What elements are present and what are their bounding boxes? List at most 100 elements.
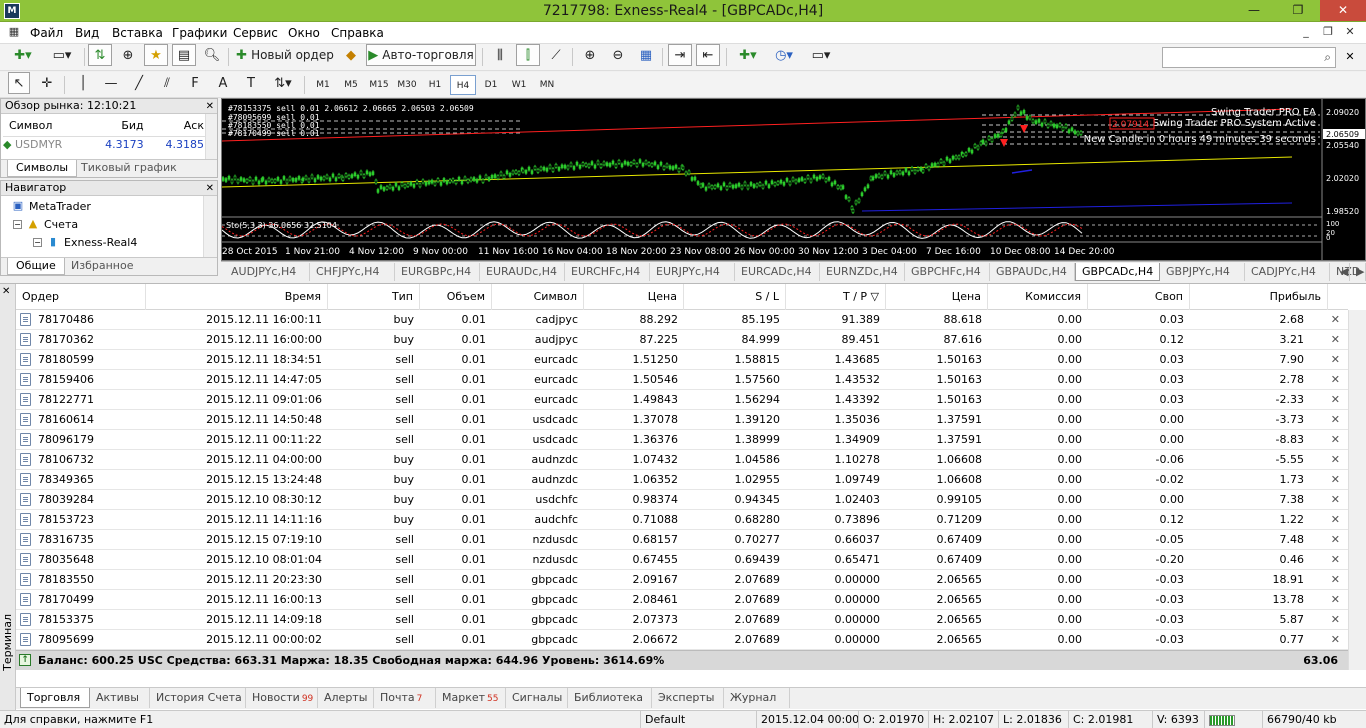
close-order-icon[interactable]: ✕ [1331,430,1340,450]
close-order-icon[interactable]: ✕ [1331,470,1340,490]
terminal-tab[interactable]: Новости 99 [246,688,318,708]
chart-tab[interactable]: GBPCHFc,H4 [905,263,990,281]
horizontal-line-button[interactable]: — [100,72,122,94]
table-row[interactable]: 78039284 2015.12.10 08:30:12 buy 0.01 usdchf… [16,490,1348,510]
table-row[interactable]: 78170499 2015.12.11 16:00:13 sell 0.01 gbpca… [16,590,1348,610]
menu-view[interactable]: Вид [75,26,99,40]
table-row[interactable]: 78170362 2015.12.11 16:00:00 buy 0.01 audjpy… [16,330,1348,350]
market-watch-scrollbar[interactable] [205,114,217,159]
data-window-button[interactable]: ⊕ [116,44,140,66]
close-order-icon[interactable]: ✕ [1331,590,1340,610]
templates-button[interactable]: ▭▾ [804,44,838,66]
table-row[interactable]: 78316735 2015.12.15 07:19:10 sell 0.01 nzdus… [16,530,1348,550]
terminal-toggle[interactable]: ▤ [172,44,196,66]
tf-m30[interactable]: M30 [394,75,420,95]
terminal-scrollbar[interactable] [1348,310,1366,670]
zoom-in-button[interactable]: ⊕ [578,44,602,66]
collapse-icon[interactable]: − [13,220,22,229]
new-chart-button[interactable]: ✚▾ [6,44,40,66]
terminal-tab[interactable]: Торговля [20,688,90,708]
text-button[interactable]: A [212,72,234,94]
tile-windows-button[interactable]: ▦ [634,44,658,66]
table-row[interactable]: 78153723 2015.12.11 14:11:16 buy 0.01 audchf… [16,510,1348,530]
col-header[interactable]: Своп [1088,284,1190,310]
col-header[interactable]: Объем [420,284,492,310]
tab-favorites[interactable]: Избранное [63,258,141,275]
cursor-button[interactable]: ↖ [8,72,30,94]
col-header[interactable]: S / L [684,284,786,310]
expand-icon[interactable]: − [33,238,42,247]
table-row[interactable]: 78106732 2015.12.11 04:00:00 buy 0.01 audnzd… [16,450,1348,470]
col-header[interactable]: Символ [492,284,584,310]
menu-help[interactable]: Справка [331,26,384,40]
autotrading-button[interactable]: ▶ Авто-торговля [366,44,476,66]
market-watch-row[interactable]: ◆ USDMYR 4.3173 4.3185 [3,136,208,152]
chart-tab[interactable]: EURCADc,H4 [735,263,820,281]
close-order-icon[interactable]: ✕ [1331,490,1340,510]
navigator-close-icon[interactable]: ✕ [206,182,214,196]
close-order-icon[interactable]: ✕ [1331,450,1340,470]
chart-tab[interactable]: CHFJPYc,H4 [310,263,395,281]
col-header[interactable]: T / P ▽ [786,284,886,310]
tf-h4[interactable]: H4 [450,75,476,95]
tab-tick-chart[interactable]: Тиковый график [73,160,185,177]
trendline-button[interactable]: ╱ [128,72,150,94]
chart-tab[interactable]: EURJPYc,H4 [650,263,735,281]
status-profile[interactable]: Default [640,711,756,728]
close-button[interactable]: ✕ [1320,0,1366,21]
candlestick-button[interactable]: ⫿ [516,44,540,66]
chart-tab[interactable]: EURNZDc,H4 [820,263,905,281]
nav-item-account[interactable]: − ▮ Exness-Real4 [33,236,137,249]
tf-m1[interactable]: M1 [310,75,336,95]
tf-d1[interactable]: D1 [478,75,504,95]
new-order-button[interactable]: ✚ Новый ордер [234,44,336,66]
terminal-tab[interactable]: Активы [90,688,150,708]
chart-tab[interactable]: GBPAUDc,H4 [990,263,1075,281]
navigator-scrollbar[interactable] [203,196,217,258]
account-summary-row[interactable]: ↑ Баланс: 600.25 USC Средства: 663.31 Ма… [16,650,1348,670]
close-order-icon[interactable]: ✕ [1331,550,1340,570]
line-chart-button[interactable]: ⟋ [544,44,568,66]
close-order-icon[interactable]: ✕ [1331,350,1340,370]
tf-w1[interactable]: W1 [506,75,532,95]
col-header[interactable]: Прибыль [1190,284,1328,310]
tf-h1[interactable]: H1 [422,75,448,95]
nav-item-accounts[interactable]: − ▲ Счета [13,218,78,231]
chart-tab[interactable]: EURGBPc,H4 [395,263,480,281]
zoom-out-button[interactable]: ⊖ [606,44,630,66]
terminal-tab[interactable]: Почта 7 [374,688,436,708]
table-row[interactable]: 78349365 2015.12.15 13:24:48 buy 0.01 audnzd… [16,470,1348,490]
vertical-line-button[interactable]: │ [72,72,94,94]
tf-mn[interactable]: MN [534,75,560,95]
col-header[interactable]: Тип [328,284,420,310]
fibo-button[interactable]: F [184,72,206,94]
menu-file[interactable]: Файл [30,26,63,40]
chart-tab[interactable]: GBPJPYc,H4 [1160,263,1245,281]
chart-tab[interactable]: GBPCADc,H4 [1075,263,1160,281]
metaeditor-button[interactable]: ◆ [340,44,362,66]
tabs-scroll-left-icon[interactable]: ◀ [1334,263,1350,281]
menu-window[interactable]: Окно [288,26,320,40]
crosshair-button[interactable]: ✛ [36,72,58,94]
mdi-minimize-icon[interactable]: _ [1296,25,1316,41]
profiles-button[interactable]: ▭▾ [46,44,78,66]
table-row[interactable]: 78035648 2015.12.10 08:01:04 sell 0.01 nzdus… [16,550,1348,570]
arrows-button[interactable]: ⇅▾ [268,72,298,94]
close-order-icon[interactable]: ✕ [1331,310,1340,330]
tab-symbols[interactable]: Символы [7,160,78,177]
close-order-icon[interactable]: ✕ [1331,370,1340,390]
indicators-button[interactable]: ✚▾ [732,44,764,66]
close-order-icon[interactable]: ✕ [1331,630,1340,650]
maximize-button[interactable]: ❐ [1276,0,1320,21]
table-row[interactable]: 78153375 2015.12.11 14:09:18 sell 0.01 gbpca… [16,610,1348,630]
terminal-tab[interactable]: Алерты [318,688,374,708]
navigator-toggle[interactable]: ★ [144,44,168,66]
minimize-button[interactable]: — [1232,0,1276,21]
market-watch-toggle[interactable]: ⇅ [88,44,112,66]
table-row[interactable]: 78180599 2015.12.11 18:34:51 sell 0.01 eurca… [16,350,1348,370]
table-row[interactable]: 78159406 2015.12.11 14:47:05 sell 0.01 eurca… [16,370,1348,390]
close-order-icon[interactable]: ✕ [1331,530,1340,550]
channel-button[interactable]: ⫽ [156,72,178,94]
terminal-tab[interactable]: Журнал [724,688,790,708]
terminal-tab[interactable]: Сигналы [506,688,568,708]
